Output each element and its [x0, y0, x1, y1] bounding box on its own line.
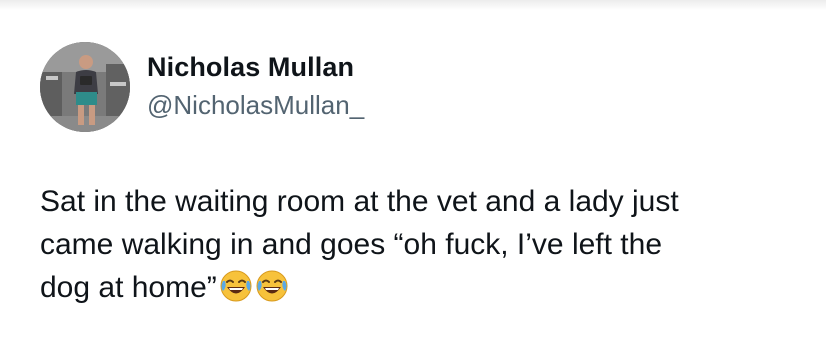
tweet-line-2: came walking in and goes “oh fuck, I’ve …	[40, 228, 663, 261]
tweet-line-3: dog at home”	[40, 266, 800, 309]
avatar-photo	[40, 42, 130, 132]
tweet-card: Nicholas Mullan @NicholasMullan_ Sat in …	[0, 0, 826, 352]
face-with-tears-of-joy-icon	[219, 269, 253, 303]
tweet-text: Sat in the waiting room at the vet and a…	[40, 180, 800, 309]
author-display-name[interactable]: Nicholas Mullan	[147, 52, 354, 83]
author-handle[interactable]: @NicholasMullan_	[147, 90, 364, 121]
tweet-line-1: Sat in the waiting room at the vet and a…	[40, 185, 679, 218]
tweet-line-3-text: dog at home”	[40, 271, 217, 304]
face-with-tears-of-joy-icon	[255, 269, 289, 303]
avatar[interactable]	[40, 42, 130, 132]
top-edge-shadow	[0, 0, 826, 10]
